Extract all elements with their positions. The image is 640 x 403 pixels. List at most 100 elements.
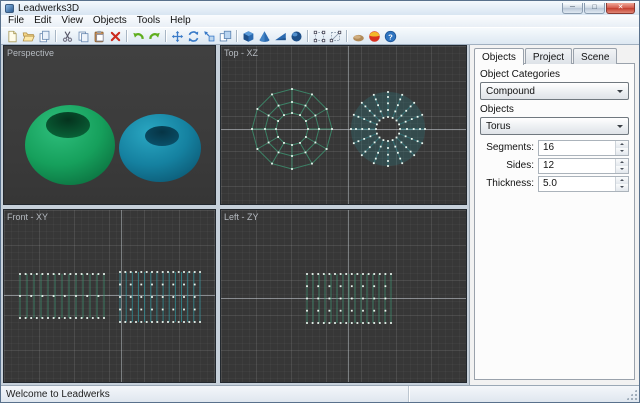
cube-button[interactable] <box>240 28 256 44</box>
properties-panel: Objects Project Scene Object Categories Co… <box>469 45 639 385</box>
tab-objects[interactable]: Objects <box>474 48 524 65</box>
sides-row: Sides: 12 <box>480 157 629 174</box>
toolbar-separator <box>236 30 237 42</box>
cut-icon <box>61 30 74 43</box>
app-icon <box>5 3 14 13</box>
objects-label: Objects <box>480 104 514 115</box>
paste-button[interactable] <box>91 28 107 44</box>
material-icon <box>368 30 381 43</box>
viewport-perspective[interactable]: Perspective <box>3 45 216 205</box>
viewport-left-label: Left - ZY <box>224 212 259 222</box>
objects-value: Torus <box>486 120 511 132</box>
maximize-icon: □ <box>592 3 597 11</box>
redo-icon <box>148 30 161 43</box>
object-categories-select[interactable]: Compound <box>480 82 629 100</box>
thickness-row: Thickness: 5.0 <box>480 175 629 192</box>
wedge-button[interactable] <box>272 28 288 44</box>
sides-spin-up[interactable] <box>616 158 628 166</box>
thickness-input[interactable]: 5.0 <box>538 175 629 192</box>
spin-down-icon <box>620 186 624 190</box>
move-icon <box>171 30 184 43</box>
panel-tabs: Objects Project Scene <box>474 48 635 65</box>
titlebar: Leadwerks3D ─ □ ✕ <box>1 1 639 15</box>
viewport-front-label: Front - XY <box>7 212 49 222</box>
open-button[interactable] <box>20 28 36 44</box>
svg-text:?: ? <box>388 32 393 41</box>
segments-input[interactable]: 16 <box>538 139 629 156</box>
carve-icon <box>219 30 232 43</box>
cut-button[interactable] <box>59 28 75 44</box>
edge-mode-button[interactable] <box>327 28 343 44</box>
minimize-button[interactable]: ─ <box>562 2 583 14</box>
scale-button[interactable] <box>201 28 217 44</box>
rotate-icon <box>187 30 200 43</box>
menu-objects[interactable]: Objects <box>88 15 132 27</box>
new-file-button[interactable] <box>4 28 20 44</box>
edge-mode-icon <box>329 30 342 43</box>
toolbar: ? <box>1 27 639 45</box>
toolbar-separator <box>307 30 308 42</box>
material-button[interactable] <box>366 28 382 44</box>
resize-grip-icon[interactable] <box>626 389 637 400</box>
window-title: Leadwerks3D <box>18 2 80 14</box>
viewport-top-label: Top - XZ <box>224 48 259 58</box>
sides-spin-down[interactable] <box>616 165 628 173</box>
viewport-top-xz[interactable]: Top - XZ <box>220 45 467 205</box>
move-button[interactable] <box>169 28 185 44</box>
delete-icon <box>109 30 122 43</box>
wedge-icon <box>274 30 287 43</box>
tab-project[interactable]: Project <box>524 48 573 64</box>
chevron-down-icon <box>617 125 623 131</box>
save-button[interactable] <box>36 28 52 44</box>
menu-help[interactable]: Help <box>165 15 196 27</box>
thickness-spin-down[interactable] <box>616 183 628 191</box>
segments-spin-down[interactable] <box>616 147 628 155</box>
chevron-down-icon <box>617 90 623 96</box>
segments-spin-up[interactable] <box>616 140 628 148</box>
toolbar-separator <box>55 30 56 42</box>
segments-label: Segments: <box>486 142 534 153</box>
menu-view[interactable]: View <box>56 15 88 27</box>
rotate-button[interactable] <box>185 28 201 44</box>
toolbar-separator <box>126 30 127 42</box>
maximize-button[interactable]: □ <box>584 2 605 14</box>
spin-up-icon <box>620 177 624 181</box>
toolbar-separator <box>346 30 347 42</box>
delete-button[interactable] <box>107 28 123 44</box>
sphere-icon <box>290 30 303 43</box>
top-wireframe <box>251 88 426 170</box>
window-controls: ─ □ ✕ <box>561 2 635 14</box>
menu-file[interactable]: File <box>3 15 29 27</box>
sphere-button[interactable] <box>288 28 304 44</box>
redo-button[interactable] <box>146 28 162 44</box>
help-button[interactable]: ? <box>382 28 398 44</box>
sides-label: Sides: <box>506 160 534 171</box>
copy-button[interactable] <box>75 28 91 44</box>
close-button[interactable]: ✕ <box>606 2 635 14</box>
thickness-label: Thickness: <box>486 178 534 189</box>
menu-edit[interactable]: Edit <box>29 15 56 27</box>
cone-button[interactable] <box>256 28 272 44</box>
status-text: Welcome to Leadwerks <box>6 388 110 400</box>
minimize-icon: ─ <box>570 3 575 11</box>
object-categories-label: Object Categories <box>480 69 561 80</box>
tab-scene[interactable]: Scene <box>573 48 618 64</box>
cone-icon <box>258 30 271 43</box>
status-pane: Welcome to Leadwerks <box>1 386 409 402</box>
carve-button[interactable] <box>217 28 233 44</box>
undo-button[interactable] <box>130 28 146 44</box>
objects-select[interactable]: Torus <box>480 117 629 135</box>
terrain-button[interactable] <box>350 28 366 44</box>
statusbar: Welcome to Leadwerks <box>1 385 639 402</box>
vertex-mode-button[interactable] <box>311 28 327 44</box>
menu-tools[interactable]: Tools <box>132 15 165 27</box>
help-icon: ? <box>384 30 397 43</box>
thickness-value: 5.0 <box>543 178 557 189</box>
scale-icon <box>203 30 216 43</box>
viewport-front-xy[interactable]: Front - XY <box>3 209 216 383</box>
undo-icon <box>132 30 145 43</box>
thickness-spin-up[interactable] <box>616 176 628 184</box>
sides-input[interactable]: 12 <box>538 157 629 174</box>
viewport-left-zy[interactable]: Left - ZY <box>220 209 467 383</box>
panel-body: Object Categories Compound Objects Torus… <box>474 63 635 380</box>
